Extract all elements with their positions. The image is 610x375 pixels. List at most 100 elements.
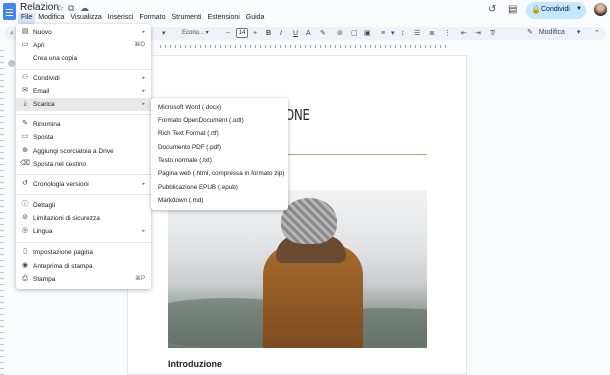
image-icon[interactable]: ▣	[364, 29, 371, 38]
chevron-right-icon: ▸	[142, 181, 145, 187]
download-txt[interactable]: Testo normale (.txt)	[158, 156, 212, 165]
menu-item-stampa[interactable]: ⎙ Stampa ⌘P	[16, 273, 151, 286]
move-folder-icon: ▭	[21, 133, 29, 140]
highlight-icon[interactable]: ✎	[320, 29, 326, 38]
document-image[interactable]	[168, 190, 427, 348]
menu-item-label: Sposta nel cestino	[33, 161, 87, 168]
menu-estensioni[interactable]: Estensioni	[204, 13, 242, 24]
vertical-ruler[interactable]	[0, 50, 4, 375]
menu-guida[interactable]: Guida	[243, 13, 268, 24]
chevron-down-icon[interactable]: ▾	[391, 29, 395, 38]
share-button[interactable]: 🔒 Condividi ▼	[526, 2, 586, 19]
docs-logo-icon[interactable]	[3, 3, 16, 20]
menu-item-label: Apri	[33, 42, 45, 49]
outline-icon[interactable]	[8, 60, 15, 67]
menu-item-email[interactable]: ✉ Email ▸	[16, 85, 151, 98]
menu-strumenti[interactable]: Strumenti	[169, 13, 205, 24]
menu-file[interactable]: File	[18, 13, 36, 24]
font-dropdown[interactable]: Econo... ▾	[182, 29, 222, 38]
menu-modifica[interactable]: Modifica	[35, 13, 67, 24]
style-dropdown-icon[interactable]: ▾	[162, 29, 166, 38]
menu-item-scarica[interactable]: ⤓ Scarica ▸	[16, 98, 151, 111]
bold-icon[interactable]: B	[266, 29, 271, 38]
increase-size-icon[interactable]: +	[253, 29, 257, 38]
avatar[interactable]	[594, 3, 607, 16]
download-pdf[interactable]: Documento PDF (.pdf)	[158, 143, 221, 152]
download-epub[interactable]: Pubblicazione EPUB (.epub)	[158, 183, 238, 192]
menu-item-cronologia[interactable]: ↺ Cronologia versioni ▸	[16, 178, 151, 191]
line-spacing-icon[interactable]: ↕	[401, 29, 405, 38]
download-rtf[interactable]: Rich Text Format (.rtf)	[158, 129, 219, 138]
menu-separator	[16, 242, 151, 243]
menu-item-rinomina[interactable]: ✎ Rinomina	[16, 118, 151, 131]
menu-item-condividi[interactable]: ⚇ Condividi ▸	[16, 72, 151, 85]
menu-item-sicurezza[interactable]: ⊘ Limitazioni di sicurezza	[16, 212, 151, 225]
numbered-list-icon[interactable]: ⋮	[444, 29, 451, 38]
download-md[interactable]: Markdown (.md)	[158, 196, 204, 205]
font-size-input[interactable]: 14	[236, 28, 248, 38]
download-docx[interactable]: Microsoft Word (.docx)	[158, 103, 221, 112]
title-bar: Relazion ☆ ⧉ ☁ File Modifica Visualizza …	[0, 0, 610, 24]
share-label: Condividi	[541, 6, 570, 13]
download-odt[interactable]: Formato OpenDocument (.odt)	[158, 116, 244, 125]
search-menu-icon[interactable]: ⌕	[10, 29, 14, 38]
menu-separator	[16, 174, 151, 175]
menu-item-label: Limitazioni di sicurezza	[33, 215, 100, 222]
indent-increase-icon[interactable]: ⇥	[475, 29, 481, 38]
menu-item-cestino[interactable]: ⌫ Sposta nel cestino	[16, 158, 151, 171]
menu-item-label: Stampa	[33, 276, 56, 283]
menu-item-lingua[interactable]: ◎ Lingua ▸	[16, 225, 151, 238]
print-icon: ⎙	[22, 275, 28, 282]
history-icon[interactable]: ↺	[488, 4, 496, 15]
menu-item-label: Email	[33, 88, 50, 95]
menu-item-sposta[interactable]: ▭ Sposta	[16, 131, 151, 144]
menu-separator	[16, 69, 151, 70]
new-doc-icon: ▤	[21, 28, 29, 35]
mode-label: Modifica	[538, 29, 565, 36]
document-title[interactable]: Relazion	[20, 2, 59, 13]
section-heading[interactable]: Introduzione	[168, 359, 222, 369]
menu-item-anteprima[interactable]: ◉ Anteprima di stampa	[16, 260, 151, 273]
menu-visualizza[interactable]: Visualizza	[67, 13, 104, 24]
chevron-down-icon[interactable]: ▼	[576, 6, 582, 12]
link-icon[interactable]: ⊘	[337, 29, 343, 38]
menu-separator	[16, 194, 151, 195]
menu-formato[interactable]: Formato	[136, 13, 168, 24]
chevron-right-icon: ▸	[142, 228, 145, 234]
menu-item-label: Anteprima di stampa	[33, 263, 93, 270]
menu-item-nuovo[interactable]: ▤ Nuovo ▸	[16, 26, 151, 39]
file-menu: ▤ Nuovo ▸ ▭ Apri ⌘O Crea una copia ⚇ Con…	[16, 24, 151, 289]
menu-item-scorciatoia[interactable]: ⊕ Aggiungi scorciatoia a Drive	[16, 145, 151, 158]
decrease-size-icon[interactable]: −	[226, 29, 230, 38]
menu-item-impostazione-pagina[interactable]: ▯ Impostazione pagina	[16, 246, 151, 259]
bullet-list-icon[interactable]: ≣	[429, 29, 435, 38]
menu-item-crea-copia[interactable]: Crea una copia	[16, 52, 151, 65]
menu-inserisci[interactable]: Inserisci	[105, 13, 137, 24]
download-html[interactable]: Pagina web (.html, compressa in formato …	[158, 169, 284, 178]
chevron-right-icon: ▸	[142, 88, 145, 94]
comments-icon[interactable]: ▤	[508, 4, 517, 15]
menu-item-label: Scarica	[33, 101, 55, 108]
checklist-icon[interactable]: ☰	[414, 29, 420, 38]
align-icon[interactable]: ≡	[381, 29, 385, 38]
italic-icon[interactable]: I	[280, 29, 282, 38]
menu-item-dettagli[interactable]: ⓘ Dettagli	[16, 199, 151, 212]
text-color-icon[interactable]: A	[306, 29, 311, 38]
mail-icon: ✉	[22, 87, 28, 94]
rename-icon: ✎	[22, 120, 28, 127]
document-heading[interactable]: ONE	[285, 106, 310, 124]
menu-item-label: Crea una copia	[33, 55, 78, 62]
collapse-toolbar-icon[interactable]: ⌃	[594, 29, 600, 38]
clear-format-icon[interactable]: T̸	[490, 29, 494, 38]
pencil-icon: ✎	[527, 29, 533, 36]
editing-mode-dropdown[interactable]: ✎ Modifica ▾	[527, 28, 580, 36]
menu-item-label: Impostazione pagina	[33, 249, 93, 256]
menu-item-label: Aggiungi scorciatoia a Drive	[33, 148, 114, 155]
menu-item-apri[interactable]: ▭ Apri ⌘O	[16, 39, 151, 52]
download-submenu: Microsoft Word (.docx) Formato OpenDocum…	[151, 98, 288, 210]
comment-icon[interactable]: ▢	[351, 29, 358, 38]
underline-icon[interactable]: U	[293, 29, 298, 38]
indent-decrease-icon[interactable]: ⇤	[461, 29, 467, 38]
chevron-right-icon: ▸	[142, 75, 145, 81]
menu-item-label: Dettagli	[33, 202, 56, 209]
